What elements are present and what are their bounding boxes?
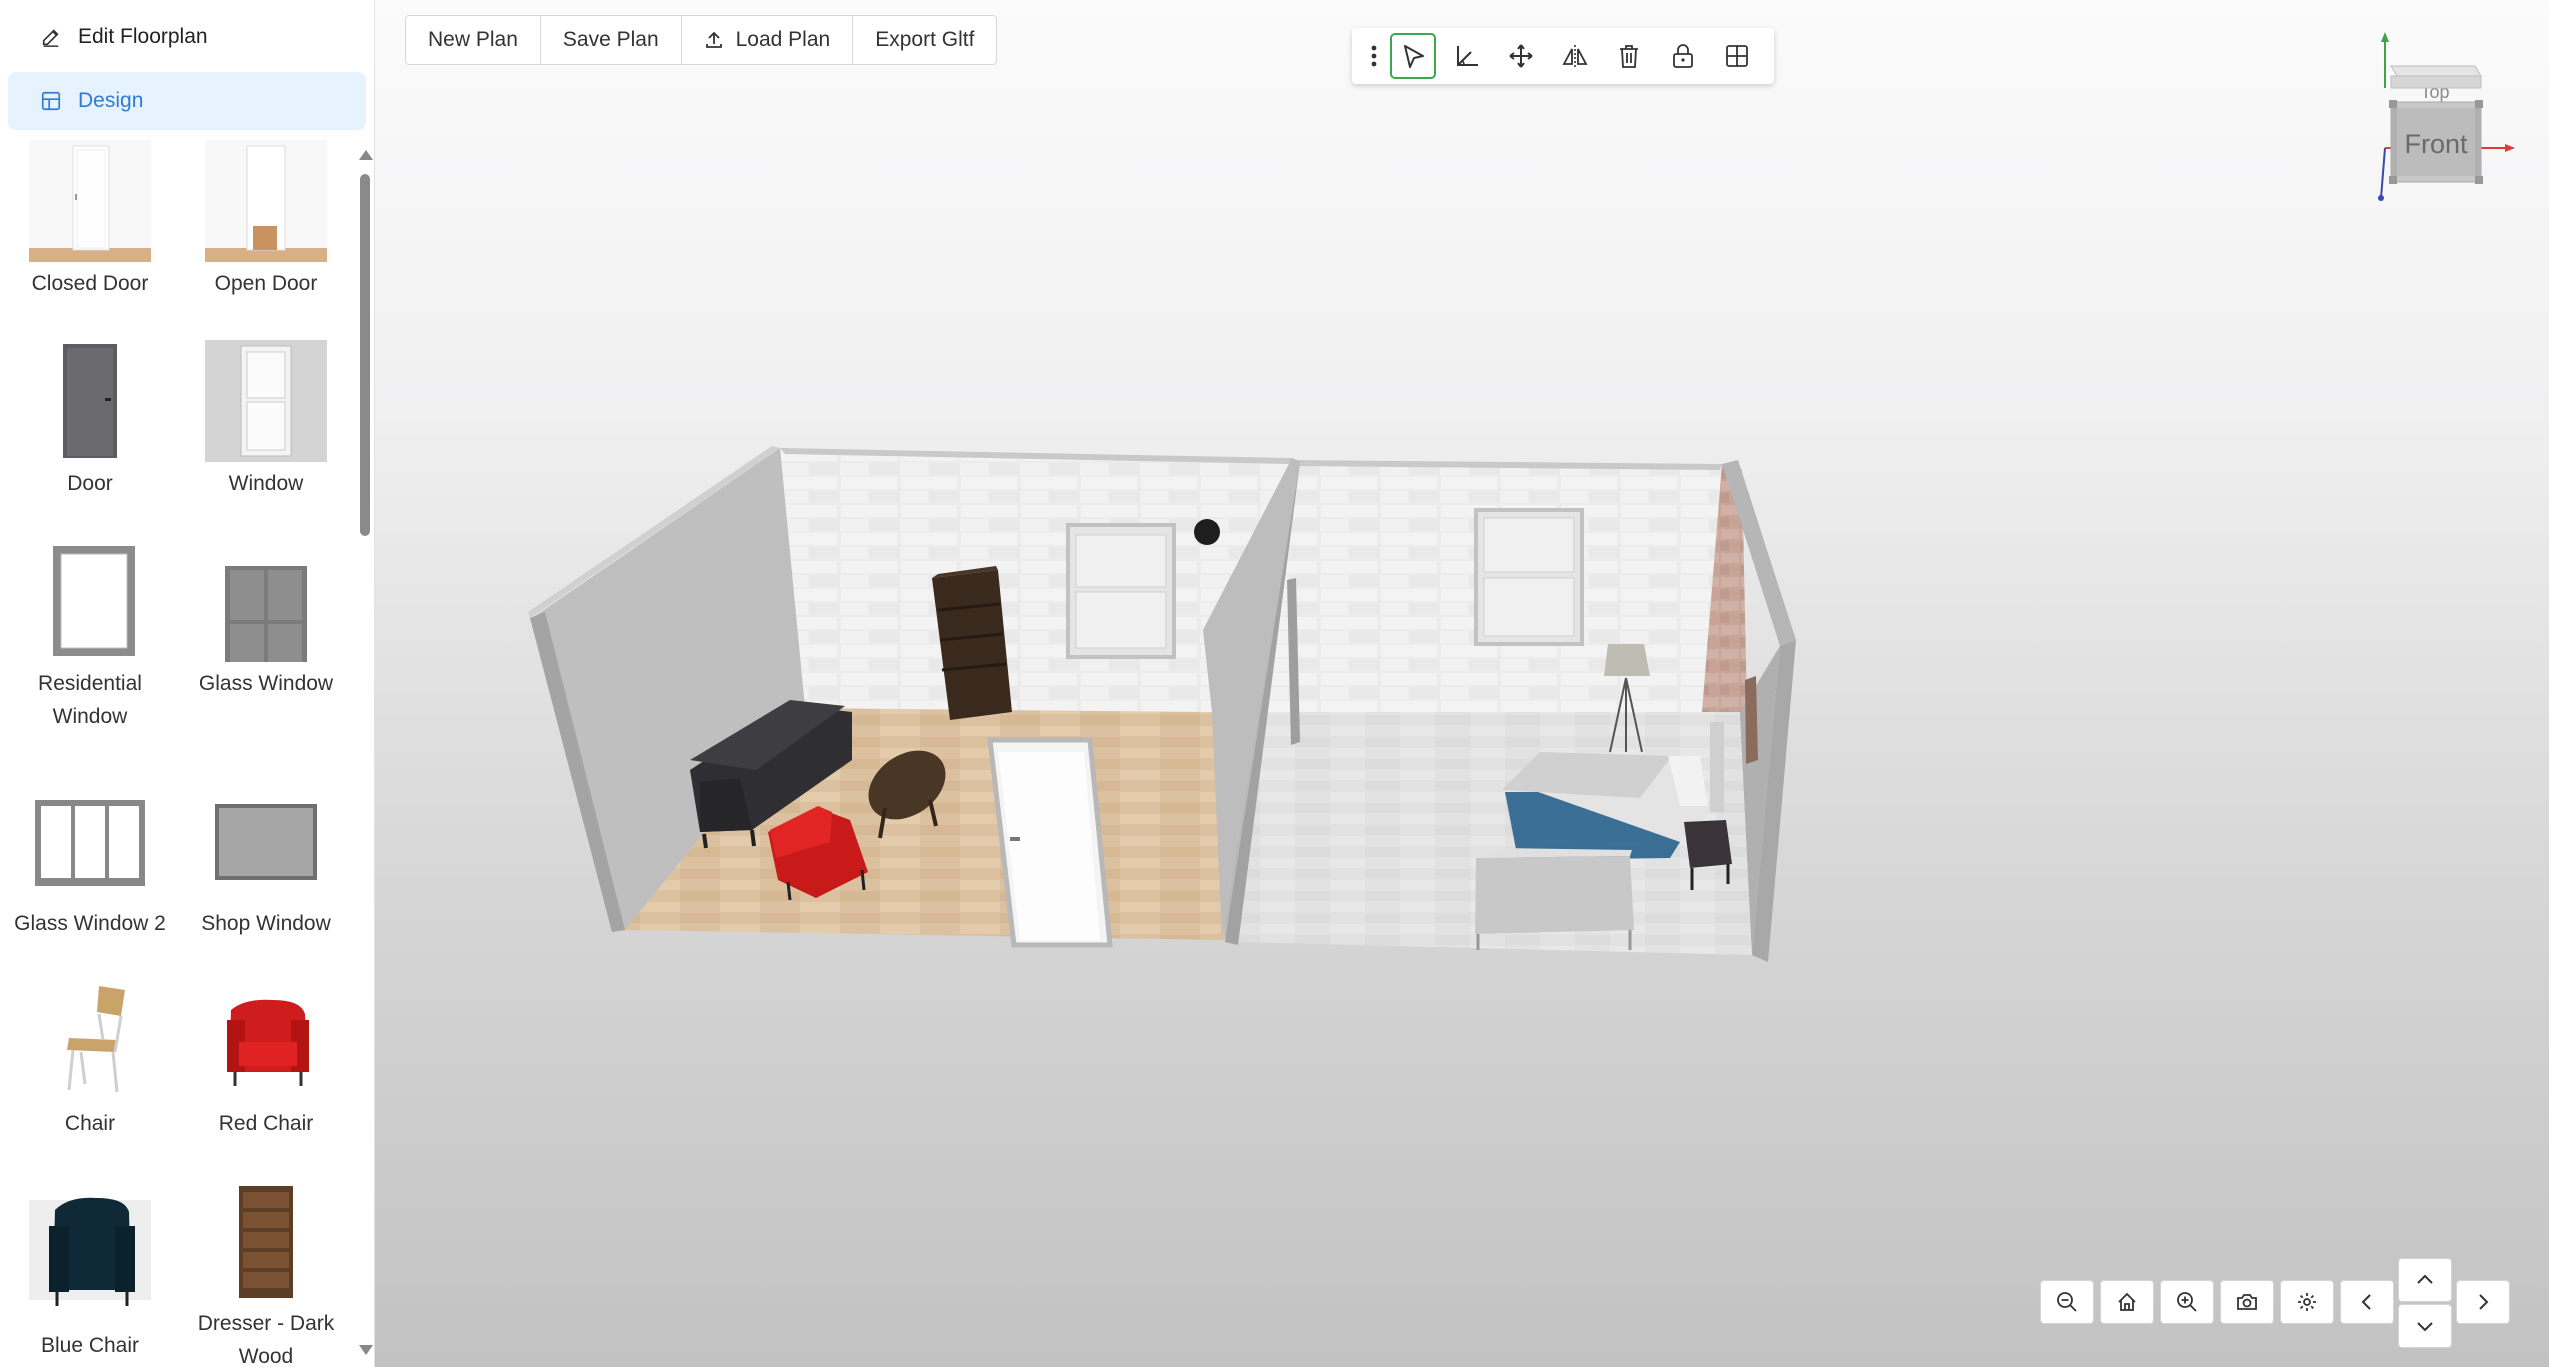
catalog-item-label: Dresser - Dark Wood [197,1312,335,1367]
catalog-item-label: Chair [64,1112,116,1135]
catalog-item-open-door[interactable]: Open Door [176,140,356,300]
edit-toolbar [1352,28,1774,84]
save-plan-button[interactable]: Save Plan [541,16,682,64]
mirror-icon[interactable] [1552,33,1598,79]
more-options-icon[interactable] [1364,33,1384,79]
3d-viewport[interactable]: New Plan Save Plan Load Plan Export Gltf [375,0,2549,1367]
move-icon[interactable] [1498,33,1544,79]
nav-edit-floorplan[interactable]: Edit Floorplan [8,8,366,66]
red-chair-thumbnail [205,980,327,1102]
floorplan-icon [41,91,61,111]
scroll-up-arrow-icon[interactable] [359,150,373,160]
nightstand [1684,820,1732,868]
scroll-down-arrow-icon[interactable] [359,1345,373,1355]
residential-window-thumbnail [29,540,151,662]
catalog-scrollbar[interactable] [356,140,374,1367]
catalog-item-red-chair[interactable]: Red Chair [176,980,356,1140]
catalog-item-label: Window [228,472,304,495]
blue-chair-thumbnail [29,1180,151,1324]
delete-icon[interactable] [1606,33,1652,79]
load-plan-label: Load Plan [735,28,831,51]
glass-window-thumbnail [205,540,327,676]
glass-window-2-thumbnail [29,780,151,902]
pan-down-icon[interactable] [2398,1304,2452,1348]
zoom-in-icon[interactable] [2160,1280,2214,1324]
pan-right-icon[interactable] [2456,1280,2510,1324]
grid-icon[interactable] [1714,33,1760,79]
lock-icon[interactable] [1660,33,1706,79]
door-thumbnail [29,340,151,462]
new-plan-button[interactable]: New Plan [406,16,541,64]
catalog-item-label: Door [67,472,113,495]
nav-edit-floorplan-label: Edit Floorplan [78,25,208,48]
catalog-item-residential-window[interactable]: Residential Window [0,540,180,733]
catalog-item-glass-window[interactable]: Glass Window [176,540,356,700]
upload-icon [705,31,722,48]
wall-lamp [1194,519,1220,545]
settings-icon[interactable] [2280,1280,2334,1324]
pan-up-icon[interactable] [2398,1258,2452,1302]
window-thumbnail [205,340,327,462]
home-icon[interactable] [2100,1280,2154,1324]
catalog-item-shop-window[interactable]: Shop Window [176,780,356,940]
file-actions-bar: New Plan Save Plan Load Plan Export Gltf [405,15,998,65]
chair-thumbnail [29,980,151,1102]
closed-door-thumbnail [29,140,151,262]
camera-icon[interactable] [2220,1280,2274,1324]
sidebar: Edit Floorplan Design Closed Door Open D… [0,0,375,1367]
camera-controls [2040,1258,2510,1348]
catalog-item-label: Red Chair [218,1112,314,1135]
zoom-out-icon[interactable] [2040,1280,2094,1324]
catalog-item-label: Glass Window [198,672,334,695]
view-cube-front-face[interactable]: Front [2404,129,2468,159]
catalog-item-door[interactable]: Door [0,340,180,500]
bedroom-bench [1475,856,1634,934]
pan-left-icon[interactable] [2340,1280,2394,1324]
view-cube[interactable]: Top Front [2355,30,2515,210]
measure-icon[interactable] [1444,33,1490,79]
room-3d-scene[interactable] [375,0,2549,1367]
catalog-item-chair[interactable]: Chair [0,980,180,1140]
catalog-item-label: Blue Chair [40,1334,140,1357]
catalog-item-label: Residential Window [38,672,142,728]
export-gltf-button[interactable]: Export Gltf [853,16,996,64]
catalog-item-label: Shop Window [201,912,331,935]
nav-design-label: Design [78,89,144,112]
open-door-thumbnail [205,140,327,262]
catalog-grid: Closed Door Open Door Door Window Reside… [0,140,356,1367]
catalog-item-label: Glass Window 2 [14,912,166,935]
load-plan-button[interactable]: Load Plan [682,16,854,64]
catalog-item-blue-chair[interactable]: Blue Chair [0,1180,180,1362]
catalog-item-dresser-dark-wood[interactable]: Dresser - Dark Wood [176,1180,356,1367]
wall-picture [1745,676,1758,764]
shop-window-thumbnail [205,780,327,902]
catalog-item-label: Open Door [214,272,318,295]
select-icon[interactable] [1390,33,1436,79]
pencil-icon [42,29,59,47]
scrollbar-thumb[interactable] [360,174,370,536]
nav-design[interactable]: Design [8,72,366,130]
catalog-item-glass-window-2[interactable]: Glass Window 2 [0,780,180,940]
dresser-thumbnail [205,1180,327,1302]
catalog-item-closed-door[interactable]: Closed Door [0,140,180,300]
catalog-item-label: Closed Door [31,272,149,295]
catalog-item-window[interactable]: Window [176,340,356,500]
floor-lamp [1604,644,1650,676]
